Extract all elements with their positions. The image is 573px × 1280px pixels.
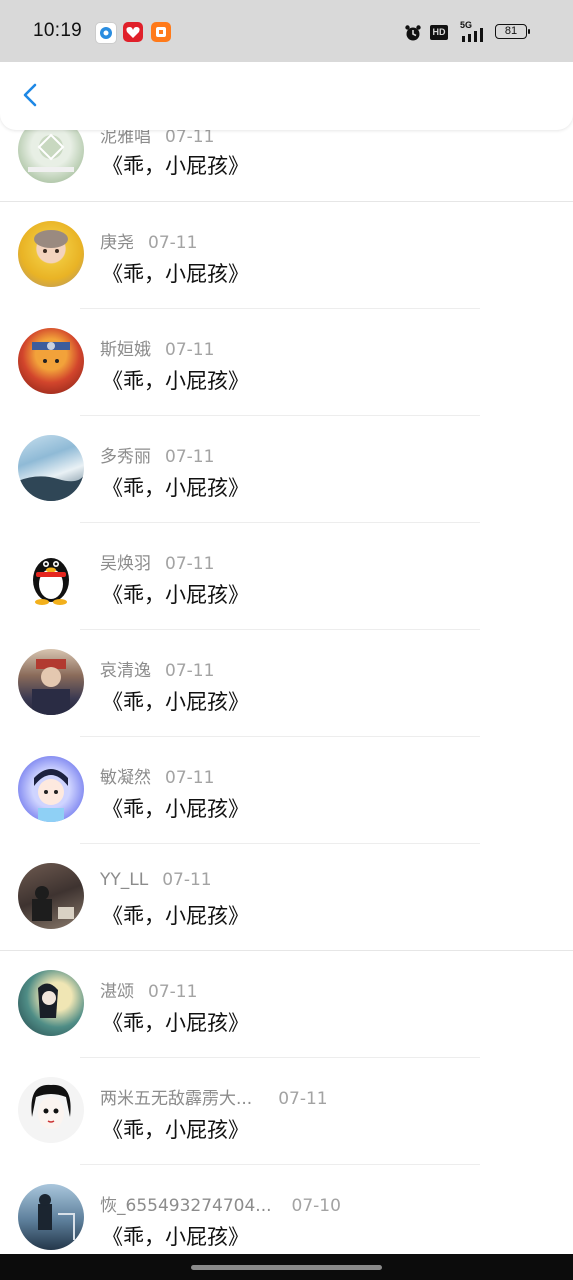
app-notification-icon: [95, 22, 117, 44]
avatar[interactable]: [18, 328, 84, 394]
username[interactable]: 吴焕羽: [100, 554, 151, 574]
list-item[interactable]: 多秀丽 07-11 《乖，小屁孩》: [0, 416, 573, 523]
top-bar: [0, 58, 573, 130]
username[interactable]: 庚尧: [100, 233, 134, 253]
comment-text: 《乖，小屁孩》: [102, 262, 249, 286]
signal-icon: [462, 28, 483, 42]
comment-meta: YY_LL 07-11: [100, 870, 212, 890]
username[interactable]: 多秀丽: [100, 447, 151, 467]
comment-meta: 湛颂 07-11: [100, 977, 197, 1002]
list-item[interactable]: 敏凝然 07-11 《乖，小屁孩》: [0, 737, 573, 844]
comment-text: 《乖，小屁孩》: [102, 904, 249, 928]
username[interactable]: 斯姮娥: [100, 340, 151, 360]
comment-date: 07-11: [165, 768, 215, 788]
avatar[interactable]: [18, 649, 84, 715]
comment-meta: 吴焕羽 07-11: [100, 549, 214, 574]
comment-text: 《乖，小屁孩》: [102, 1011, 249, 1035]
username[interactable]: 恢_655493274704...: [100, 1196, 272, 1216]
comment-text: 《乖，小屁孩》: [102, 797, 249, 821]
comment-date: 07-11: [148, 982, 198, 1002]
comment-date: 07-11: [165, 340, 215, 360]
comment-date: 07-11: [148, 233, 198, 253]
battery-tip: [528, 29, 530, 34]
comment-date: 07-11: [162, 870, 212, 890]
username[interactable]: 泥雅唱: [100, 127, 151, 147]
home-indicator[interactable]: [191, 1265, 382, 1270]
comment-meta: 两米五无敌霹雳大... 07-11: [100, 1084, 328, 1109]
list-item[interactable]: YY_LL 07-11 《乖，小屁孩》: [0, 844, 573, 951]
app-notification-icon: [123, 22, 143, 42]
comment-text: 《乖，小屁孩》: [102, 690, 249, 714]
comment-meta: 多秀丽 07-11: [100, 442, 214, 467]
username[interactable]: 湛颂: [100, 982, 134, 1002]
avatar[interactable]: [18, 970, 84, 1036]
status-bar: 10:19 HD 5G 81: [0, 0, 573, 62]
list-item[interactable]: 庚尧 07-11 《乖，小屁孩》: [0, 202, 573, 309]
comment-date: 07-11: [165, 554, 215, 574]
username[interactable]: 哀清逸: [100, 661, 151, 681]
comment-text: 《乖，小屁孩》: [102, 476, 249, 500]
list-item[interactable]: 吴焕羽 07-11 《乖，小屁孩》: [0, 523, 573, 630]
system-nav-bar: [0, 1254, 573, 1280]
app-notification-icon: [151, 22, 171, 42]
list-item[interactable]: 哀清逸 07-11 《乖，小屁孩》: [0, 630, 573, 737]
avatar[interactable]: [18, 435, 84, 501]
list-item[interactable]: 湛颂 07-11 《乖，小屁孩》: [0, 951, 573, 1058]
comment-meta: 恢_655493274704... 07-10: [100, 1191, 341, 1216]
comment-text: 《乖，小屁孩》: [102, 1118, 249, 1142]
comment-date: 07-11: [278, 1089, 328, 1109]
comment-meta: 敏凝然 07-11: [100, 763, 214, 788]
list-item[interactable]: 两米五无敌霹雳大... 07-11 《乖，小屁孩》: [0, 1058, 573, 1165]
avatar[interactable]: [18, 756, 84, 822]
comment-date: 07-11: [165, 447, 215, 467]
qq-penguin-icon: [33, 558, 69, 605]
comment-date: 07-10: [291, 1196, 341, 1216]
avatar[interactable]: [18, 1184, 84, 1250]
avatar[interactable]: [18, 221, 84, 287]
comment-meta: 斯姮娥 07-11: [100, 335, 214, 360]
alarm-icon: [405, 25, 421, 41]
comment-text: 《乖，小屁孩》: [102, 369, 249, 393]
status-time: 10:19: [33, 20, 83, 41]
comment-meta: 庚尧 07-11: [100, 228, 197, 253]
chevron-left-icon[interactable]: [18, 82, 44, 108]
username[interactable]: 敏凝然: [100, 768, 151, 788]
comment-meta: 哀清逸 07-11: [100, 656, 214, 681]
list-item[interactable]: 斯姮娥 07-11 《乖，小屁孩》: [0, 309, 573, 416]
hd-icon: HD: [430, 25, 448, 40]
comment-text: 《乖，小屁孩》: [102, 583, 249, 607]
comment-date: 07-11: [165, 661, 215, 681]
comment-date: 07-11: [165, 127, 215, 147]
avatar[interactable]: [18, 1077, 84, 1143]
battery-icon: 81: [495, 24, 527, 39]
avatar[interactable]: [18, 542, 84, 608]
comment-text: 《乖，小屁孩》: [102, 154, 249, 178]
username[interactable]: YY_LL: [100, 870, 148, 890]
comment-text: 《乖，小屁孩》: [102, 1225, 249, 1249]
avatar[interactable]: [18, 863, 84, 929]
username[interactable]: 两米五无敌霹雳大...: [100, 1089, 252, 1109]
